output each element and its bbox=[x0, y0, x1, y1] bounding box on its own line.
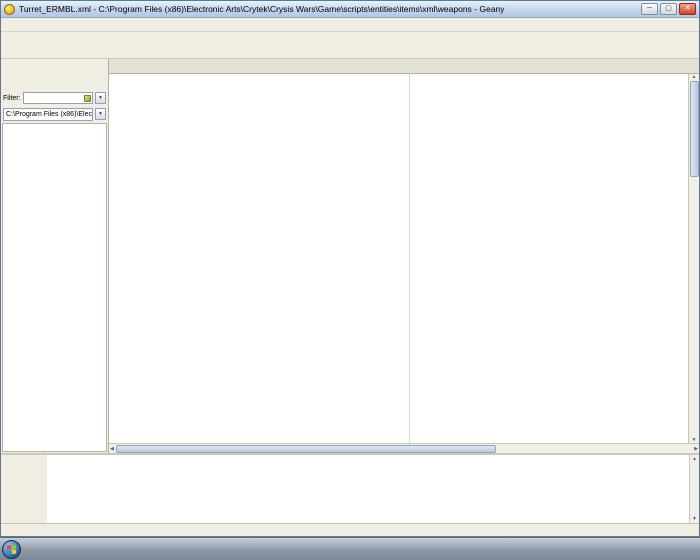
scroll-down-arrow[interactable]: ▼ bbox=[692, 516, 697, 522]
filter-input-wrap bbox=[23, 92, 94, 104]
filter-label: Filter: bbox=[3, 95, 21, 102]
status-bar bbox=[1, 523, 699, 536]
windows-taskbar bbox=[0, 537, 700, 560]
horizontal-scroll-thumb[interactable] bbox=[116, 445, 496, 453]
windows-logo-icon bbox=[7, 544, 16, 554]
long-line-marker bbox=[409, 74, 410, 443]
message-window-tabs bbox=[1, 455, 47, 523]
path-dropdown-button[interactable]: ▼ bbox=[95, 108, 106, 120]
vertical-scroll-thumb[interactable] bbox=[690, 81, 699, 177]
path-combo[interactable]: C:\Program Files (x86)\Electr bbox=[3, 108, 93, 121]
window-title: Turret_ERMBL.xml - C:\Program Files (x86… bbox=[19, 4, 641, 14]
geany-app-icon bbox=[4, 4, 15, 15]
geany-window: Turret_ERMBL.xml - C:\Program Files (x86… bbox=[0, 0, 700, 537]
toolbar bbox=[1, 32, 699, 59]
scroll-up-arrow[interactable]: ▲ bbox=[692, 74, 697, 80]
close-button[interactable]: ✕ bbox=[679, 3, 696, 15]
clear-filter-icon[interactable] bbox=[84, 95, 91, 102]
code-area[interactable] bbox=[109, 74, 688, 443]
minimize-button[interactable]: ─ bbox=[641, 3, 658, 15]
file-browser-list bbox=[2, 123, 107, 452]
filter-row: Filter: ▼ bbox=[1, 90, 108, 106]
filter-input[interactable] bbox=[25, 95, 85, 102]
editor-pane: ▲ ▼ ◀ ▶ bbox=[109, 59, 699, 453]
code-area-wrap: ▲ ▼ bbox=[109, 74, 699, 443]
document-tab-bar bbox=[109, 59, 699, 74]
message-scrollbar[interactable]: ▲ ▼ bbox=[689, 455, 699, 523]
menu-bar bbox=[1, 18, 699, 32]
start-button[interactable] bbox=[2, 540, 21, 559]
title-bar[interactable]: Turret_ERMBL.xml - C:\Program Files (x86… bbox=[1, 1, 699, 18]
scroll-down-arrow[interactable]: ▼ bbox=[692, 437, 697, 443]
filter-dropdown-button[interactable]: ▼ bbox=[95, 92, 106, 104]
scroll-right-arrow[interactable]: ▶ bbox=[694, 446, 698, 452]
sidebar-tabs bbox=[1, 59, 108, 74]
message-window: ▲ ▼ bbox=[1, 453, 699, 523]
main-area: Filter: ▼ C:\Program Files (x86)\Electr … bbox=[1, 59, 699, 453]
sidebar-nav-icons bbox=[1, 74, 108, 90]
status-log bbox=[47, 455, 689, 523]
path-row: C:\Program Files (x86)\Electr ▼ bbox=[1, 106, 108, 122]
vertical-scrollbar[interactable]: ▲ ▼ bbox=[688, 74, 699, 443]
scroll-up-arrow[interactable]: ▲ bbox=[692, 456, 697, 462]
maximize-button[interactable]: ▢ bbox=[660, 3, 677, 15]
horizontal-scrollbar[interactable]: ◀ ▶ bbox=[109, 443, 699, 453]
scroll-left-arrow[interactable]: ◀ bbox=[110, 446, 114, 452]
sidebar: Filter: ▼ C:\Program Files (x86)\Electr … bbox=[1, 59, 109, 453]
